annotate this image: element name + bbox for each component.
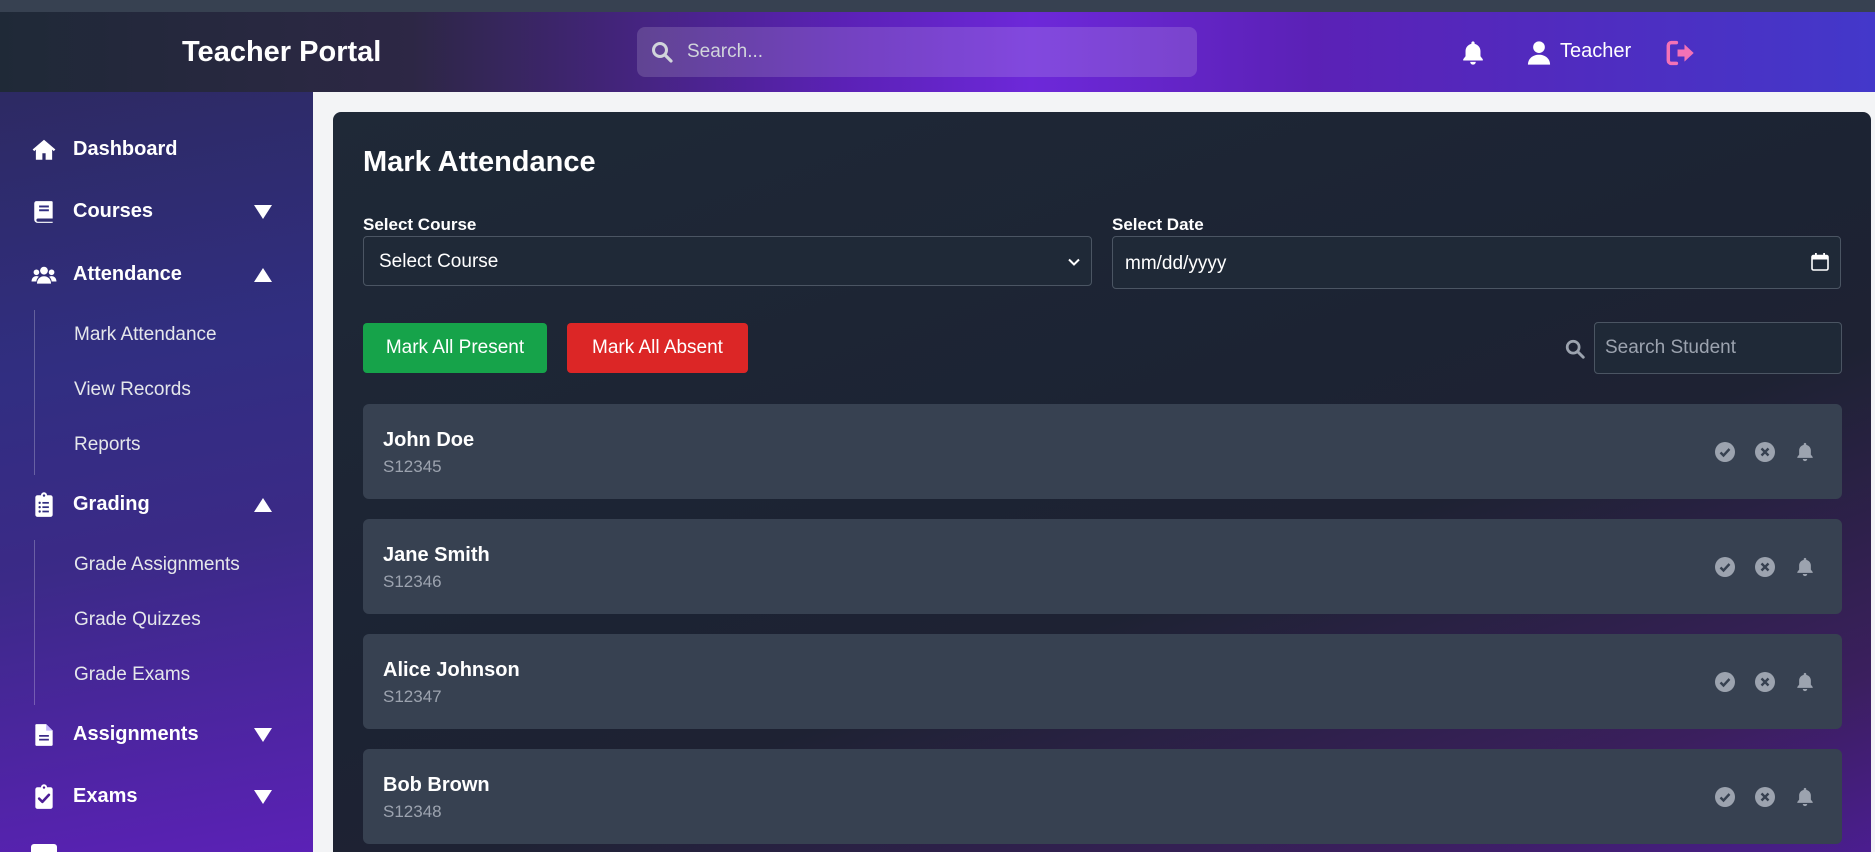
sidebar-subitem-reports[interactable]: Reports [74,434,141,456]
x-circle-icon[interactable] [1754,671,1776,693]
submenu-guide-line [34,310,35,475]
student-name: Jane Smith [383,544,490,566]
student-name: Bob Brown [383,774,490,796]
clipboard-check-icon [35,784,53,809]
student-id: S12346 [383,572,442,591]
sidebar-item-assignments[interactable]: Assignments [0,712,313,758]
student-row: Alice Johnson S12347 [363,634,1842,729]
bell-icon[interactable] [1459,39,1487,67]
course-select[interactable]: Select Course [363,236,1092,286]
sidebar-item-exams[interactable]: Exams [0,774,313,820]
mark-all-present-button[interactable]: Mark All Present [363,323,547,373]
course-select-value: Select Course [379,251,499,272]
attendance-panel: Mark Attendance Select Course Select Cou… [333,112,1871,852]
file-icon [35,724,53,746]
calendar-icon[interactable] [31,844,57,852]
sidebar: Dashboard Courses Attendance Mark Attend… [0,92,313,852]
global-search-input[interactable] [687,27,1187,77]
sidebar-item-dashboard[interactable]: Dashboard [0,127,313,173]
check-circle-icon[interactable] [1714,786,1736,808]
caret-down-icon [254,790,272,804]
user-icon[interactable] [1525,39,1553,67]
book-icon [34,201,53,223]
caret-down-icon [254,205,272,219]
caret-up-icon [254,268,272,282]
calendar-icon[interactable] [1810,252,1830,272]
caret-up-icon [254,498,272,512]
student-name: Alice Johnson [383,659,520,681]
sidebar-item-label: Dashboard [73,138,178,160]
date-input-value: mm/dd/yyyy [1125,253,1227,274]
x-circle-icon[interactable] [1754,786,1776,808]
x-circle-icon[interactable] [1754,556,1776,578]
mark-all-absent-button[interactable]: Mark All Absent [567,323,748,373]
sidebar-item-label: Attendance [73,263,182,285]
sidebar-subitem-grade-assignments[interactable]: Grade Assignments [74,554,240,576]
student-row: Bob Brown S12348 [363,749,1842,844]
top-header: Teacher Portal Teacher [0,12,1875,92]
check-circle-icon[interactable] [1714,441,1736,463]
x-circle-icon[interactable] [1754,441,1776,463]
global-search[interactable] [637,27,1197,77]
brand-title: Teacher Portal [182,36,382,68]
date-input[interactable]: mm/dd/yyyy [1112,236,1841,289]
submenu-guide-line [34,540,35,705]
student-name: John Doe [383,429,475,451]
logout-icon[interactable] [1666,39,1696,67]
student-row: Jane Smith S12346 [363,519,1842,614]
check-circle-icon[interactable] [1714,556,1736,578]
sidebar-item-label: Courses [73,200,154,222]
student-id: S12347 [383,687,442,706]
student-search[interactable] [1594,322,1842,374]
date-label: Select Date [1112,215,1204,234]
sidebar-subitem-grade-quizzes[interactable]: Grade Quizzes [74,609,201,631]
sidebar-item-courses[interactable]: Courses [0,189,313,235]
check-circle-icon[interactable] [1714,671,1736,693]
sidebar-subitem-mark-attendance[interactable]: Mark Attendance [74,324,217,346]
home-icon [32,139,56,160]
sidebar-item-label: Exams [73,785,138,807]
page-title: Mark Attendance [363,146,596,178]
bell-icon[interactable] [1794,441,1816,463]
sidebar-item-grading[interactable]: Grading [0,482,313,528]
student-search-input[interactable] [1595,323,1841,373]
sidebar-item-attendance[interactable]: Attendance [0,252,313,298]
sidebar-item-label: Assignments [73,723,199,745]
window-top-strip [0,0,1875,12]
course-label: Select Course [363,215,477,234]
sidebar-subitem-grade-exams[interactable]: Grade Exams [74,664,190,686]
bell-icon[interactable] [1794,671,1816,693]
student-id: S12345 [383,457,442,476]
search-icon [652,42,673,63]
bell-icon[interactable] [1794,556,1816,578]
sidebar-item-label: Grading [73,493,150,515]
users-icon [31,266,57,284]
user-name[interactable]: Teacher [1560,40,1631,63]
sidebar-subitem-view-records[interactable]: View Records [74,379,191,401]
clipboard-list-icon [35,492,53,517]
student-row: John Doe S12345 [363,404,1842,499]
chevron-down-icon [1068,258,1080,266]
student-id: S12348 [383,802,442,821]
caret-down-icon [254,728,272,742]
bell-icon[interactable] [1794,786,1816,808]
search-icon [1565,339,1585,359]
